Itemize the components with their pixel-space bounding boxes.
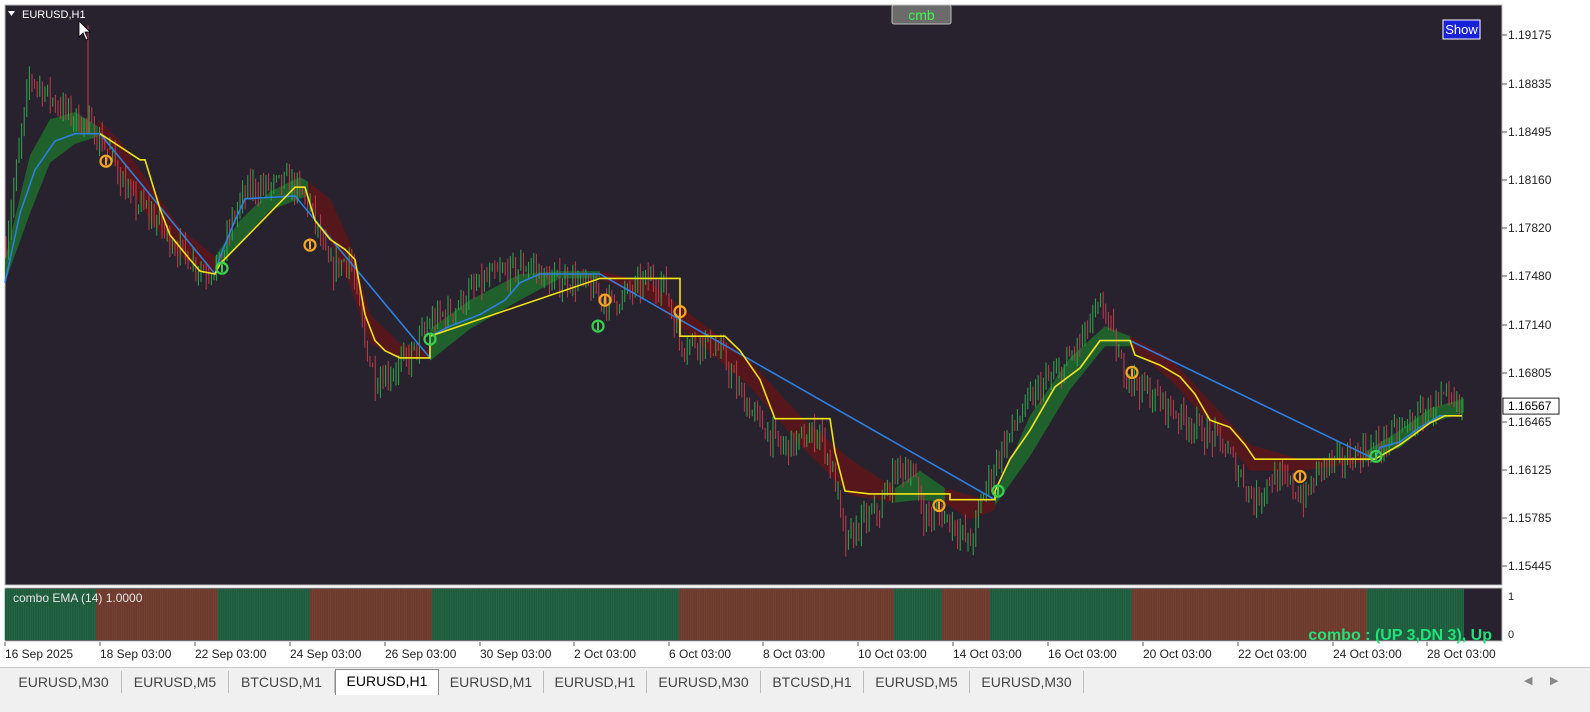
chart-tab[interactable]: EURUSD,M30 — [647, 671, 761, 693]
combo-status-text: combo : (UP 3,DN 3), Up — [1308, 627, 1492, 644]
chart-tab[interactable]: BTCUSD,M1 — [229, 671, 335, 693]
time-axis-label: 18 Sep 03:00 — [100, 647, 172, 661]
time-axis-label: 10 Oct 03:00 — [858, 647, 927, 661]
cmb-button[interactable]: cmb — [891, 4, 952, 25]
chart-tab[interactable]: EURUSD,M30 — [970, 671, 1084, 693]
chart-tab[interactable]: EURUSD,H1 — [335, 669, 439, 695]
price-axis-label: 1.16805 — [1508, 366, 1552, 380]
price-axis-label: 1.18495 — [1508, 125, 1552, 139]
price-axis-label: 1.18160 — [1508, 173, 1552, 187]
indicator-axis-bottom: 0 — [1508, 629, 1514, 641]
tab-scroll-left-icon[interactable]: ◀ — [1524, 674, 1532, 687]
indicator-histogram — [4, 589, 1464, 640]
show-button-label: Show — [1445, 22, 1478, 37]
terminal-window: 1.19175 1.18835 1.18495 1.18160 1.17820 1.174… — [0, 0, 1590, 712]
indicator-axis-top: 1 — [1508, 591, 1514, 603]
price-axis-label: 1.17140 — [1508, 318, 1552, 332]
price-axis-label: 1.16125 — [1508, 463, 1552, 477]
price-axis-label: 1.17820 — [1508, 221, 1552, 235]
price-chart[interactable]: 1.19175 1.18835 1.18495 1.18160 1.17820 1.174… — [0, 0, 1590, 667]
time-axis-label: 22 Sep 03:00 — [195, 647, 267, 661]
chart-symbol-title: EURUSD,H1 — [22, 9, 86, 21]
current-price-label: 1.16567 — [1508, 399, 1552, 413]
main-chart-area[interactable] — [4, 4, 1503, 586]
cmb-button-label: cmb — [908, 7, 935, 23]
time-axis-label: 22 Oct 03:00 — [1238, 647, 1307, 661]
time-axis-label: 14 Oct 03:00 — [953, 647, 1022, 661]
time-axis-label: 16 Oct 03:00 — [1048, 647, 1117, 661]
price-axis-label: 1.15785 — [1508, 511, 1552, 525]
time-axis-label: 8 Oct 03:00 — [763, 647, 825, 661]
show-button[interactable]: Show — [1442, 19, 1481, 40]
price-axis-label: 1.17480 — [1508, 269, 1552, 283]
time-axis-label: 6 Oct 03:00 — [669, 647, 731, 661]
time-axis-label: 28 Oct 03:00 — [1427, 647, 1496, 661]
price-axis-label: 1.18835 — [1508, 77, 1552, 91]
time-axis-label: 30 Sep 03:00 — [480, 647, 552, 661]
time-axis-label: 20 Oct 03:00 — [1143, 647, 1212, 661]
time-axis-label: 2 Oct 03:00 — [574, 647, 636, 661]
chart-tab[interactable]: EURUSD,H1 — [544, 671, 647, 693]
time-axis-label: 24 Sep 03:00 — [290, 647, 362, 661]
price-axis-label: 1.15445 — [1508, 559, 1552, 573]
chart-tab[interactable]: BTCUSD,H1 — [761, 671, 864, 693]
tab-scroll-right-icon[interactable]: ▶ — [1550, 674, 1558, 687]
time-axis-label: 24 Oct 03:00 — [1333, 647, 1402, 661]
price-axis-label: 1.16465 — [1508, 415, 1552, 429]
time-axis-label: 26 Sep 03:00 — [385, 647, 457, 661]
price-axis-label: 1.19175 — [1508, 28, 1552, 42]
chart-tab[interactable]: EURUSD,M5 — [864, 671, 970, 693]
chart-tab-bar: EURUSD,M30 EURUSD,M5 BTCUSD,M1 EURUSD,H1 EUR… — [0, 667, 1590, 698]
indicator-label: combo EMA (14) 1.0000 — [13, 591, 143, 605]
chart-tab[interactable]: EURUSD,M1 — [439, 671, 544, 693]
chart-tab[interactable]: EURUSD,M5 — [122, 671, 229, 693]
time-axis-label: 16 Sep 2025 — [5, 647, 73, 661]
chart-tab[interactable]: EURUSD,M30 — [6, 671, 122, 693]
